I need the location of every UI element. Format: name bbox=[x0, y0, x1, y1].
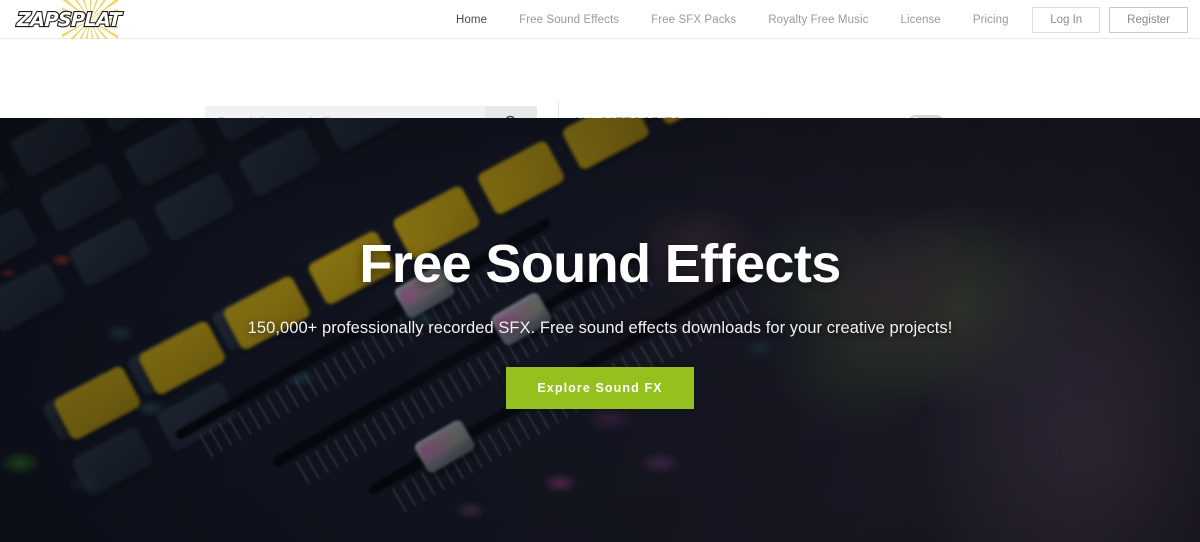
hero-subtitle: 150,000+ professionally recorded SFX. Fr… bbox=[247, 318, 953, 337]
top-navigation-bar: ZAPSPLAT Home Free Sound Effects Free SF… bbox=[0, 0, 1200, 48]
site-logo[interactable]: ZAPSPLAT bbox=[14, 0, 124, 48]
nav-item-free-sfx-packs[interactable]: Free SFX Packs bbox=[635, 14, 752, 26]
register-button[interactable]: Register bbox=[1109, 6, 1188, 33]
main-menu: Home Free Sound Effects Free SFX Packs R… bbox=[440, 0, 1097, 39]
nav-item-pricing[interactable]: Pricing bbox=[957, 14, 1025, 26]
explore-sound-fx-button[interactable]: Explore Sound FX bbox=[506, 366, 694, 409]
hero-section: Free Sound Effects 150,000+ professional… bbox=[0, 118, 1200, 542]
logo-wordmark: ZAPSPLAT bbox=[16, 8, 123, 32]
nav-item-home[interactable]: Home bbox=[440, 14, 503, 26]
search-bar-row: ALL CATEGORIES Show Gold Sounds bbox=[0, 39, 1200, 147]
login-button[interactable]: Log In bbox=[1032, 6, 1101, 33]
nav-item-license[interactable]: License bbox=[884, 14, 956, 26]
nav-item-royalty-free-music[interactable]: Royalty Free Music bbox=[752, 14, 884, 26]
hero-title: Free Sound Effects bbox=[359, 234, 841, 294]
auth-actions: Log In Register bbox=[1032, 0, 1188, 39]
hero-content: Free Sound Effects 150,000+ professional… bbox=[0, 118, 1200, 542]
nav-item-free-sound-effects[interactable]: Free Sound Effects bbox=[503, 14, 635, 26]
